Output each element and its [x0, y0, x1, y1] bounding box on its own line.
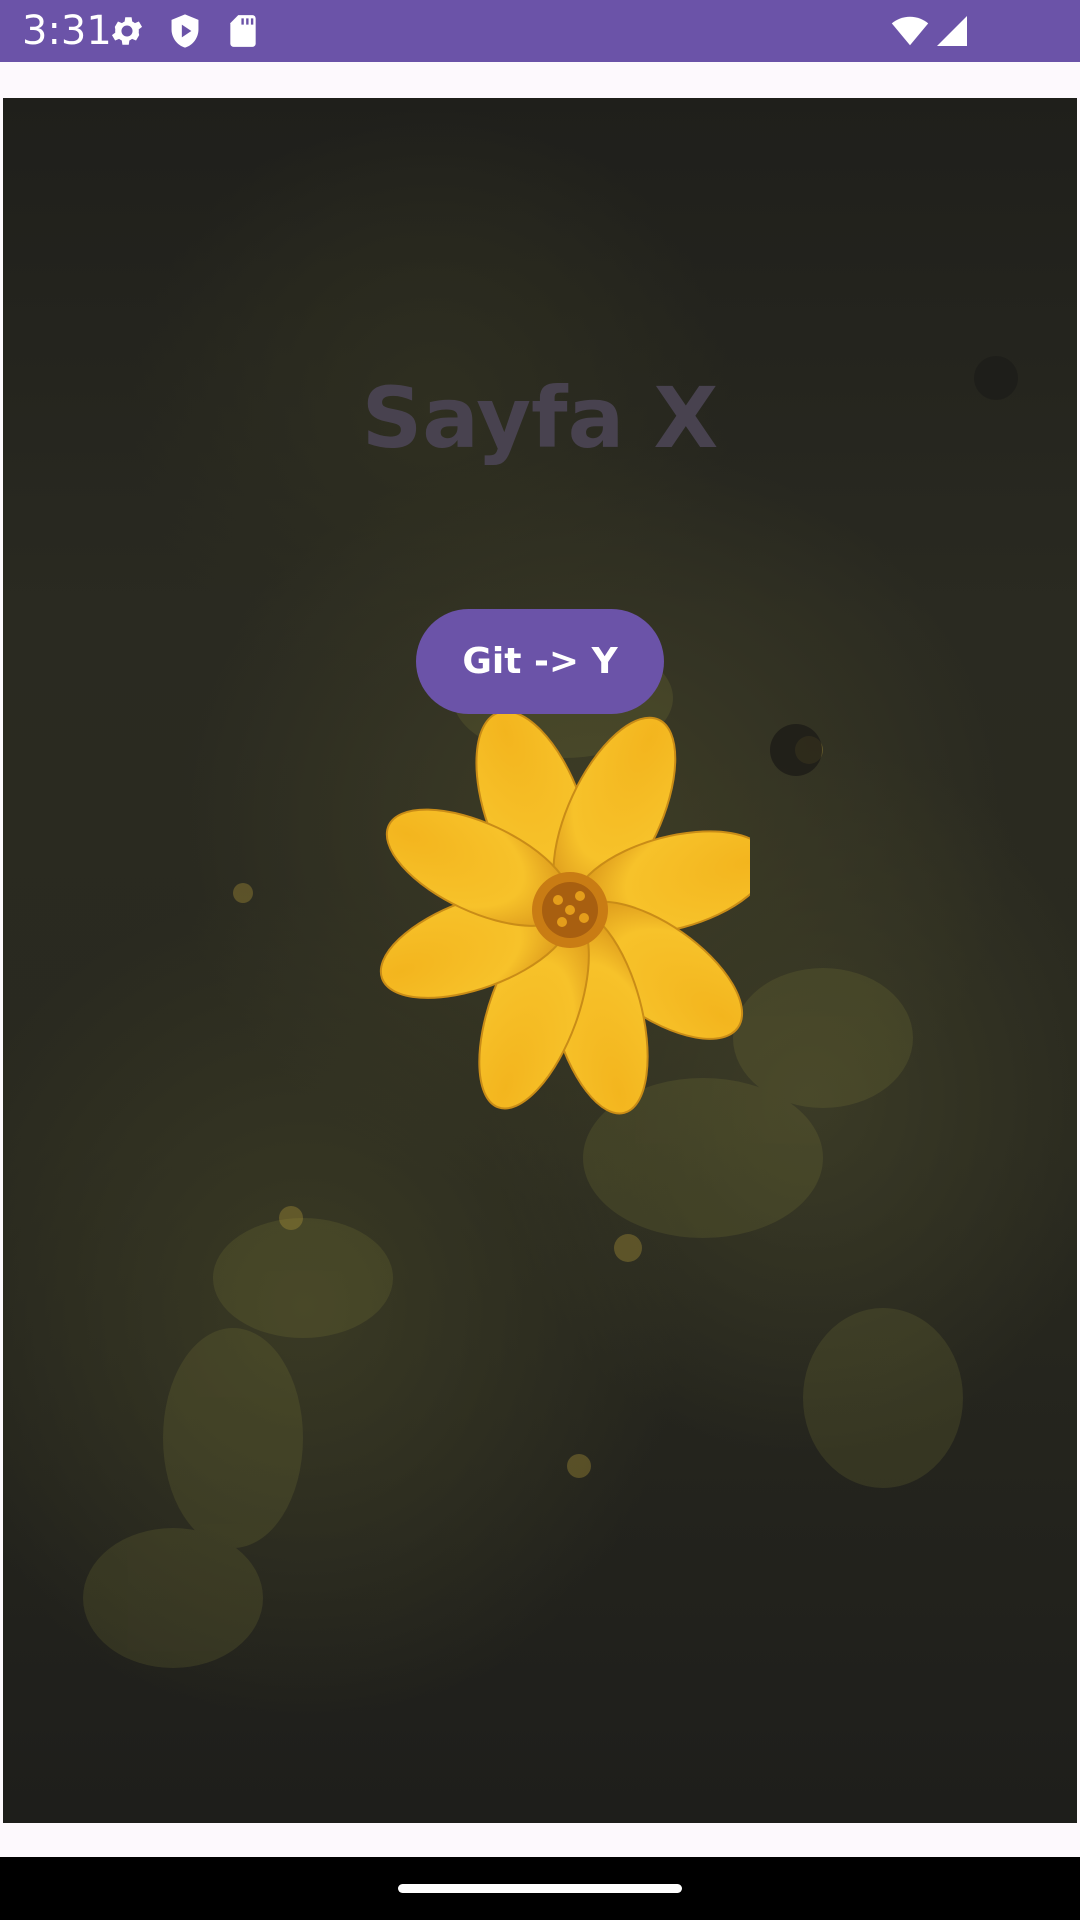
- flower-image: [330, 700, 750, 1120]
- status-bar: 3:31: [0, 0, 1080, 62]
- sd-card-icon: [224, 12, 262, 50]
- top-spacer: [0, 62, 1080, 98]
- home-handle[interactable]: [398, 1884, 682, 1893]
- signal-icon: [934, 12, 970, 50]
- gear-icon: [108, 12, 146, 50]
- wifi-icon: [888, 12, 932, 50]
- bottom-spacer: [0, 1823, 1080, 1857]
- go-to-y-button[interactable]: Git -> Y: [416, 609, 664, 714]
- shield-play-icon: [166, 12, 204, 50]
- page-title: Sayfa X: [361, 369, 719, 467]
- navigation-bar: [0, 1857, 1080, 1920]
- status-time: 3:31: [22, 8, 112, 54]
